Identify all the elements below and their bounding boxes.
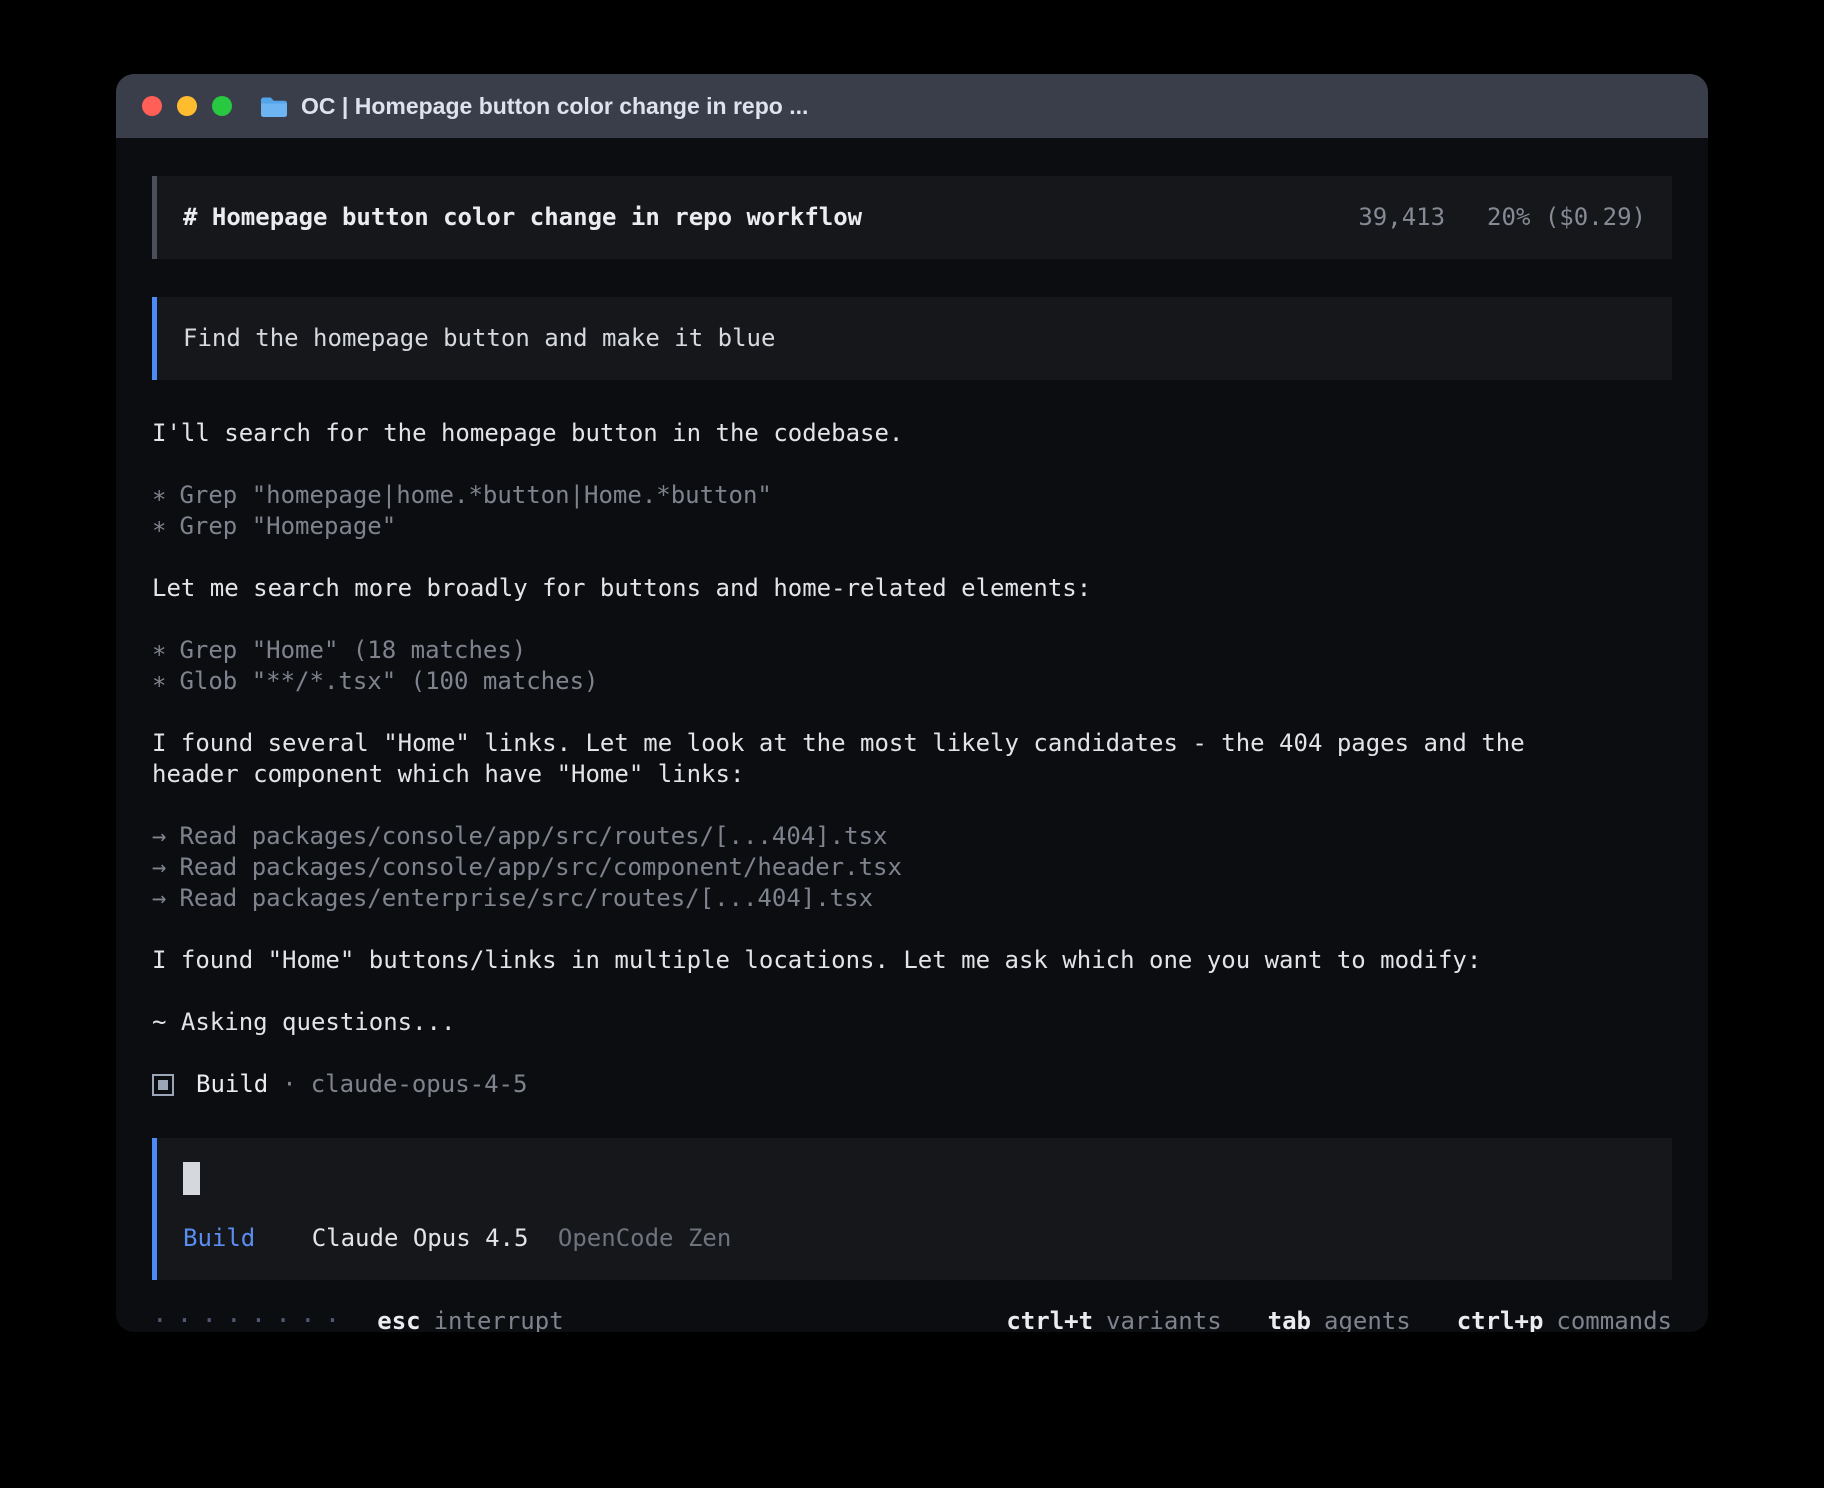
agent-square-icon — [152, 1074, 174, 1096]
tool-call-group: ∗ Grep "homepage|home.*button|Home.*butto… — [152, 480, 1582, 542]
keyboard-hint: ctrl+t variants — [1006, 1306, 1221, 1332]
assistant-text: I'll search for the homepage button in t… — [152, 418, 1582, 449]
session-stats: 39,413 20% ($0.29) — [1358, 202, 1646, 233]
desktop: OC | Homepage button color change in rep… — [0, 0, 1824, 1488]
hint-label: commands — [1556, 1307, 1672, 1332]
tool-text: Glob "**/*.tsx" (100 matches) — [179, 667, 598, 695]
tool-text: Read packages/enterprise/src/routes/[...… — [179, 884, 873, 912]
tool-call: ∗ Grep "Home" (18 matches) — [152, 635, 1582, 666]
statusbar-hints: ctrl+t variants tab agents ctrl+p commands — [960, 1306, 1672, 1332]
tool-text: Grep "homepage|home.*button|Home.*button… — [179, 481, 771, 509]
folder-icon — [260, 95, 288, 118]
conversation: I'll search for the homepage button in t… — [152, 418, 1582, 1038]
arrow-right-icon: → — [152, 822, 166, 850]
asterisk-tool-icon: ∗ — [152, 636, 166, 664]
arrow-right-icon: → — [152, 884, 166, 912]
titlebar[interactable]: OC | Homepage button color change in rep… — [116, 74, 1708, 138]
context-cost: 20% ($0.29) — [1487, 202, 1646, 233]
cursor-row — [183, 1162, 1646, 1195]
asterisk-tool-icon: ∗ — [152, 481, 166, 509]
tool-call: → Read packages/console/app/src/routes/[.… — [152, 821, 1582, 852]
tool-call-group: → Read packages/console/app/src/routes/[.… — [152, 821, 1582, 914]
spinner-dot: · — [325, 1306, 341, 1332]
agent-name: Build — [196, 1069, 268, 1100]
assistant-text: I found "Home" buttons/links in multiple… — [152, 945, 1582, 976]
asterisk-tool-icon: ∗ — [152, 667, 166, 695]
spinner-dot: · — [152, 1306, 168, 1332]
mode-label[interactable]: Build — [183, 1224, 255, 1252]
tool-text: Grep "Homepage" — [179, 512, 396, 540]
session-header: # Homepage button color change in repo w… — [152, 176, 1672, 259]
spinner-dot: · — [275, 1306, 291, 1332]
arrow-right-icon: → — [152, 853, 166, 881]
zoom-button[interactable] — [212, 96, 232, 116]
window-title-wrap: OC | Homepage button color change in rep… — [260, 93, 808, 120]
tool-call: ∗ Grep "homepage|home.*button|Home.*butto… — [152, 480, 1582, 511]
hint-label: variants — [1106, 1307, 1222, 1332]
model-label[interactable]: Claude Opus 4.5 — [312, 1224, 529, 1252]
assistant-text: Let me search more broadly for buttons a… — [152, 573, 1582, 604]
terminal-window: OC | Homepage button color change in rep… — [116, 74, 1708, 1332]
provider-label: OpenCode Zen — [558, 1224, 731, 1252]
keyboard-hint: ctrl+p commands — [1457, 1306, 1672, 1332]
agent-status-line: Build · claude-opus-4-5 — [152, 1069, 1672, 1100]
spinner-dot: · — [300, 1306, 316, 1332]
session-title: # Homepage button color change in repo w… — [183, 202, 862, 233]
user-message: Find the homepage button and make it blu… — [152, 297, 1672, 380]
tool-call: ∗ Glob "**/*.tsx" (100 matches) — [152, 666, 1582, 697]
tool-text: Read packages/console/app/src/routes/[..… — [179, 822, 887, 850]
window-controls — [142, 96, 232, 116]
statusbar: · · · · · · · · esc interrupt ctrl+t variants tab… — [152, 1280, 1672, 1332]
user-message-text: Find the homepage button and make it blu… — [183, 324, 775, 352]
spinner-dot: · — [251, 1306, 267, 1332]
window-title: OC | Homepage button color change in rep… — [301, 93, 808, 120]
close-button[interactable] — [142, 96, 162, 116]
hint-key: tab — [1268, 1307, 1311, 1332]
hint-key: ctrl+p — [1457, 1307, 1544, 1332]
text-cursor — [183, 1162, 200, 1195]
tool-call: ∗ Grep "Homepage" — [152, 511, 1582, 542]
tool-text: Read packages/console/app/src/component/… — [179, 853, 901, 881]
esc-key: esc — [377, 1306, 420, 1332]
spinner-dot: · — [201, 1306, 217, 1332]
model-row: Build Claude Opus 4.5 OpenCode Zen — [183, 1223, 1646, 1254]
esc-label: interrupt — [434, 1306, 564, 1332]
spinner-dot: · — [226, 1306, 242, 1332]
asterisk-tool-icon: ∗ — [152, 512, 166, 540]
statusbar-left: · · · · · · · · esc interrupt — [152, 1306, 564, 1332]
assistant-text: I found several "Home" links. Let me loo… — [152, 728, 1582, 790]
keyboard-hint: tab agents — [1268, 1306, 1411, 1332]
hint-key: ctrl+t — [1006, 1307, 1093, 1332]
token-count: 39,413 — [1358, 202, 1445, 233]
tool-text: Grep "Home" (18 matches) — [179, 636, 526, 664]
tool-call: → Read packages/console/app/src/component… — [152, 852, 1582, 883]
prompt-input[interactable]: Build Claude Opus 4.5 OpenCode Zen — [152, 1138, 1672, 1280]
spinner-dots: · · · · · · · · — [152, 1306, 349, 1332]
spinner-dot: · — [177, 1306, 193, 1332]
tool-call-group: ∗ Grep "Home" (18 matches) ∗ Glob "**/*.tsx… — [152, 635, 1582, 697]
agent-model: claude-opus-4-5 — [311, 1069, 528, 1100]
hint-label: agents — [1324, 1307, 1411, 1332]
agent-separator: · — [282, 1069, 296, 1100]
minimize-button[interactable] — [177, 96, 197, 116]
tool-call: → Read packages/enterprise/src/routes/[..… — [152, 883, 1582, 914]
terminal-content: # Homepage button color change in repo w… — [116, 138, 1708, 1332]
assistant-text: ~ Asking questions... — [152, 1007, 1582, 1038]
